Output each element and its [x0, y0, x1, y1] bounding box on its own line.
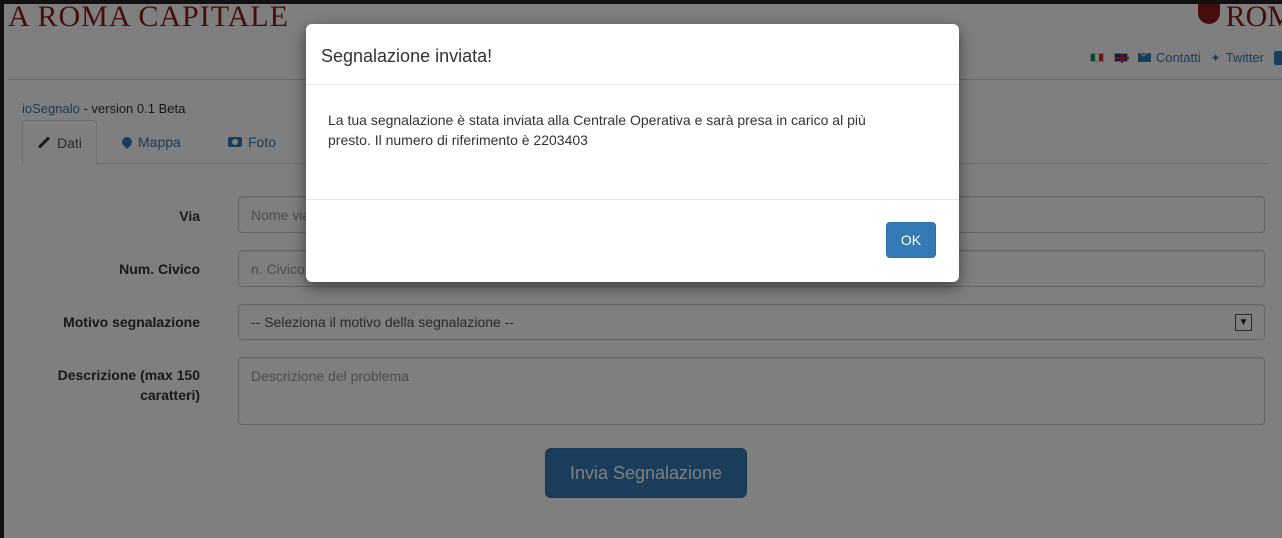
modal-header: Segnalazione inviata!	[306, 24, 959, 85]
modal-message-line2: presto. Il numero di riferimento è 22034…	[328, 132, 588, 148]
confirmation-modal: Segnalazione inviata! La tua segnalazion…	[306, 24, 959, 282]
modal-body: La tua segnalazione è stata inviata alla…	[306, 85, 959, 200]
ok-button[interactable]: OK	[886, 222, 936, 258]
modal-title: Segnalazione inviata!	[321, 46, 493, 66]
modal-message-line1: La tua segnalazione è stata inviata alla…	[328, 112, 866, 128]
